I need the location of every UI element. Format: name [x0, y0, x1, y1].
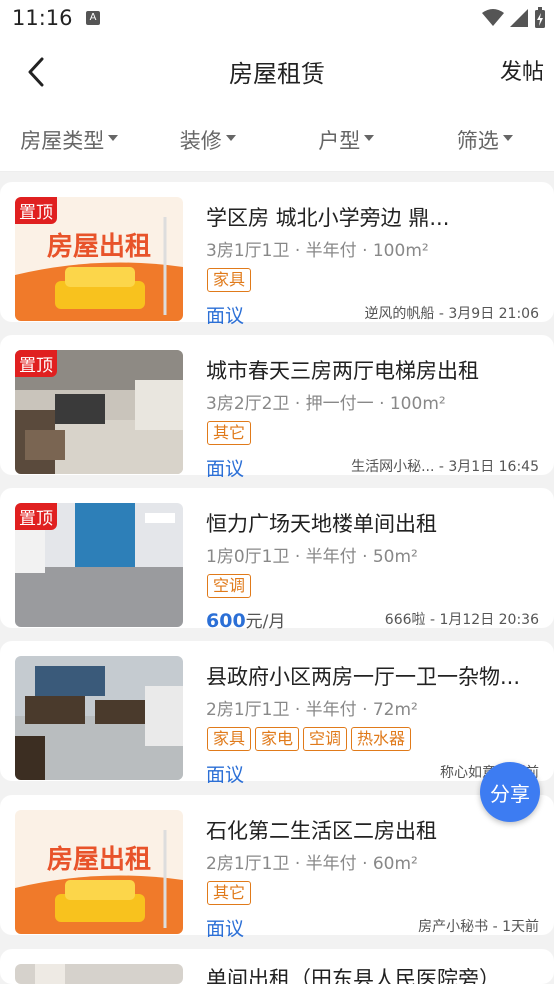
filter-label: 装修 — [179, 128, 222, 153]
listing-item[interactable]: 县政府小区两房一厅一卫一杂物... 2房1厅1卫 · 半年付 · 72m² 家具… — [0, 641, 554, 786]
listing-tags: 家具 — [207, 268, 252, 292]
listing-tags: 其它 — [207, 421, 252, 445]
listing-price: 面议 — [206, 764, 245, 786]
listing-item[interactable]: 房屋出租 石化第二生活区二房出租 2房1厅1卫 · 半年付 · 60m² 其它 … — [0, 795, 554, 940]
listing-meta: 3房1厅1卫 · 半年付 · 100m² — [206, 241, 429, 261]
notification-icon: A — [86, 11, 100, 25]
status-icons — [482, 7, 546, 29]
battery-icon — [535, 7, 545, 28]
listing-item[interactable]: 置顶 城市春天三房两厅电梯房出租 3房2厅2卫 · 押一付一 · 100m² 其… — [0, 335, 554, 480]
listing-tags: 家具 家电 空调 热水器 — [207, 727, 412, 751]
listing-price: 600元/月 — [206, 607, 285, 632]
price-unit: 元/月 — [245, 612, 286, 632]
listing-thumbnail — [15, 964, 183, 984]
listing-title: 县政府小区两房一厅一卫一杂物... — [206, 665, 521, 689]
app-header: 房屋租赁 发帖 — [0, 36, 554, 108]
signal-icon — [510, 9, 528, 27]
listing-tag: 热水器 — [351, 727, 412, 751]
filter-label: 房屋类型 — [20, 128, 105, 153]
filter-more[interactable]: 筛选 — [416, 108, 554, 171]
listing-thumbnail: 置顶 — [15, 503, 183, 627]
pin-badge: 置顶 — [15, 350, 57, 377]
listing-price: 面议 — [206, 458, 245, 480]
status-bar: 11:16 A — [0, 0, 554, 36]
caret-down-icon — [108, 135, 119, 141]
listing-tag: 家电 — [255, 727, 300, 751]
listing-thumbnail: 房屋出租 — [15, 810, 183, 934]
caret-down-icon — [502, 135, 513, 141]
poster-text: 房屋出租 — [47, 232, 151, 262]
listing-thumbnail — [15, 656, 183, 780]
filter-house-type[interactable]: 房屋类型 — [0, 108, 139, 171]
price-value: 600 — [206, 610, 246, 632]
listing-tag: 空调 — [303, 727, 348, 751]
listing-title: 学区房 城北小学旁边 鼎... — [206, 206, 450, 230]
listing-item[interactable]: 单间出租（田东县人民医院旁） — [0, 949, 554, 984]
pin-badge: 置顶 — [15, 197, 57, 224]
listing-price: 面议 — [206, 918, 245, 940]
listing-tag: 家具 — [207, 268, 252, 292]
listing-tags: 其它 — [207, 881, 252, 905]
listing-meta: 2房1厅1卫 · 半年付 · 72m² — [206, 700, 418, 720]
listing-meta: 1房0厅1卫 · 半年付 · 50m² — [206, 547, 418, 567]
listing-item[interactable]: 置顶 房屋出租 学区房 城北小学旁边 鼎... 3房1厅1卫 · 半年付 · 1… — [0, 182, 554, 327]
filter-decoration[interactable]: 装修 — [139, 108, 278, 171]
status-time: 11:16 — [12, 6, 73, 30]
listing-poster: 666啦 - 1月12日 20:36 — [384, 612, 539, 628]
listing-tag: 其它 — [207, 421, 252, 445]
post-button[interactable]: 发帖 — [500, 54, 544, 86]
filter-layout[interactable]: 户型 — [277, 108, 416, 171]
listing-poster: 生活网小秘... - 3月1日 16:45 — [351, 459, 539, 475]
listing-title: 恒力广场天地楼单间出租 — [206, 512, 437, 536]
listing-item[interactable]: 置顶 恒力广场天地楼单间出租 1房0厅1卫 · 半年付 · 50m² 空调 60… — [0, 488, 554, 632]
caret-down-icon — [364, 135, 375, 141]
poster-text: 房屋出租 — [47, 845, 151, 875]
listing-thumbnail: 置顶 房屋出租 — [15, 197, 183, 321]
listing-poster: 房产小秘书 - 1天前 — [418, 919, 539, 935]
page-title: 房屋租赁 — [229, 60, 325, 88]
filter-label: 户型 — [318, 128, 361, 153]
listing-title: 单间出租（田东县人民医院旁） — [206, 967, 500, 984]
listing-tag: 家具 — [207, 727, 252, 751]
filter-bar: 房屋类型 装修 户型 筛选 — [0, 108, 554, 172]
listing-title: 城市春天三房两厅电梯房出租 — [206, 359, 479, 383]
listing-meta: 2房1厅1卫 · 半年付 · 60m² — [206, 854, 418, 874]
filter-label: 筛选 — [456, 128, 499, 153]
listing-tag: 空调 — [207, 574, 252, 598]
listing-meta: 3房2厅2卫 · 押一付一 · 100m² — [206, 394, 446, 414]
caret-down-icon — [225, 135, 236, 141]
listing-price: 面议 — [206, 305, 245, 327]
listing-thumbnail: 置顶 — [15, 350, 183, 474]
pin-badge: 置顶 — [15, 503, 57, 530]
listing-poster: 逆风的帆船 - 3月9日 21:06 — [364, 306, 539, 322]
share-button[interactable]: 分享 — [480, 762, 540, 822]
listing-tag: 其它 — [207, 881, 252, 905]
listing-tags: 空调 — [207, 574, 252, 598]
wifi-icon — [482, 9, 504, 26]
